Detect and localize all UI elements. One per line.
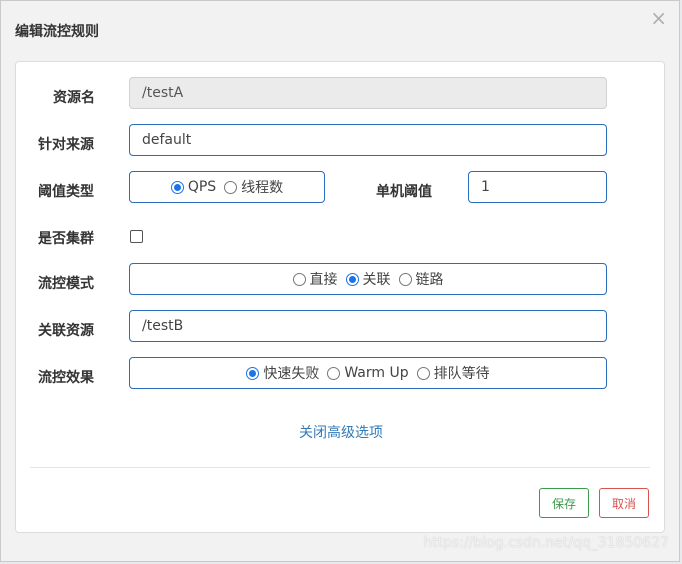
behavior-option-label: 快速失败 (263, 366, 320, 382)
radio-unchecked-icon[interactable] (327, 366, 341, 380)
save-button[interactable]: 保存 (539, 488, 590, 518)
behavior-option-label: 排队等待 (433, 366, 490, 382)
cancel-button[interactable]: 取消 (599, 488, 650, 518)
form-panel: 资源名 /testA 针对来源 default 阈值类型 QPS 线程数 单机阈… (15, 61, 665, 533)
strategy-option-direct[interactable]: 直接 (292, 269, 338, 289)
strategy-option-label: 关联 (362, 272, 391, 288)
strategy-label: 流控模式 (38, 276, 94, 292)
strategy-option-chain[interactable]: 链路 (398, 269, 444, 289)
grade-label: 阈值类型 (38, 184, 94, 200)
radio-unchecked-icon[interactable] (224, 180, 238, 194)
resource-input[interactable]: /testA (129, 77, 607, 109)
resource-label: 资源名 (53, 90, 95, 106)
behavior-option-fail-fast[interactable]: 快速失败 (246, 363, 319, 383)
radio-checked-icon[interactable] (170, 180, 184, 194)
radio-unchecked-icon[interactable] (398, 272, 412, 286)
radio-unchecked-icon[interactable] (292, 272, 306, 286)
close-advanced-options-link[interactable]: 关闭高级选项 (16, 422, 666, 442)
strategy-option-relate[interactable]: 关联 (345, 269, 391, 289)
strategy-option-label: 链路 (415, 272, 444, 288)
grade-option-label: 线程数 (241, 180, 284, 196)
divider (30, 467, 650, 468)
grade-radio-group: QPS 线程数 (129, 171, 325, 203)
behavior-option-warm-up[interactable]: Warm Up (327, 365, 409, 381)
control-behavior-label: 流控效果 (38, 370, 94, 386)
strategy-radio-group: 直接 关联 链路 (129, 263, 607, 295)
control-behavior-radio-group: 快速失败 Warm Up 排队等待 (129, 357, 607, 389)
strategy-option-label: 直接 (309, 272, 338, 288)
radio-checked-icon[interactable] (246, 366, 260, 380)
count-input[interactable]: 1 (468, 171, 607, 203)
behavior-option-label: Warm Up (344, 365, 409, 381)
dialog-title: 编辑流控规则 (15, 24, 99, 40)
radio-unchecked-icon[interactable] (416, 366, 430, 380)
grade-option-label: QPS (187, 179, 217, 195)
close-icon[interactable]: × (650, 7, 667, 29)
cluster-label: 是否集群 (38, 231, 94, 247)
ref-resource-input[interactable]: /testB (129, 310, 607, 342)
ref-resource-label: 关联资源 (38, 323, 94, 339)
edit-flow-rule-dialog: 编辑流控规则 × 资源名 /testA 针对来源 default 阈值类型 QP… (0, 0, 680, 562)
behavior-option-queue[interactable]: 排队等待 (416, 363, 490, 383)
grade-option-thread[interactable]: 线程数 (224, 177, 283, 197)
cluster-checkbox[interactable] (130, 230, 143, 243)
limit-app-input[interactable]: default (129, 124, 607, 156)
limit-app-label: 针对来源 (38, 137, 94, 153)
watermark: https://blog.csdn.net/qq_31850627 (423, 535, 669, 551)
grade-option-qps[interactable]: QPS (170, 179, 217, 195)
radio-checked-icon[interactable] (345, 272, 359, 286)
count-label: 单机阈值 (376, 184, 432, 200)
